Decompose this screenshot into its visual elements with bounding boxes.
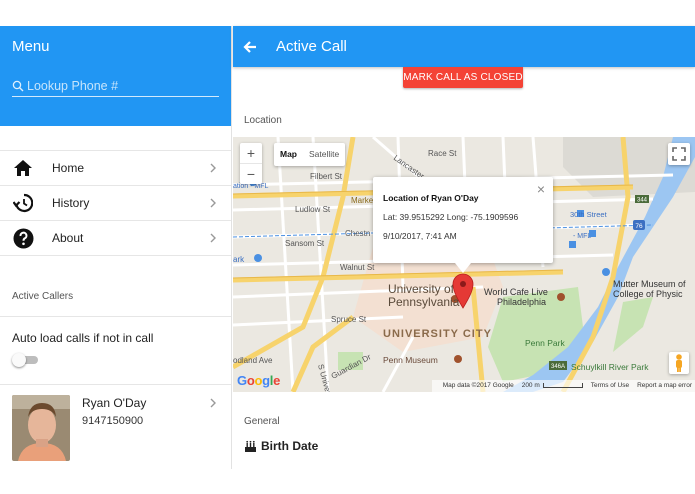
- map-scale: 200 m: [522, 382, 583, 392]
- map-label: Penn Park: [525, 338, 565, 348]
- google-logo: Google: [237, 373, 281, 388]
- sidebar-title: Menu: [0, 26, 231, 67]
- avatar: [12, 395, 70, 461]
- help-icon: [12, 227, 34, 249]
- general-heading: General: [244, 416, 280, 427]
- caller-phone: 9147150900: [82, 415, 144, 427]
- sidebar-item-home[interactable]: Home: [0, 151, 231, 186]
- map-label: Marke: [351, 196, 374, 205]
- zoom-in-button[interactable]: +: [240, 143, 262, 163]
- page-title: Active Call: [276, 38, 347, 55]
- sidebar-item-about[interactable]: About: [0, 221, 231, 256]
- search-area: [0, 67, 231, 126]
- fullscreen-button[interactable]: [668, 143, 690, 165]
- sidebar-item-label: History: [52, 196, 90, 210]
- terms-link[interactable]: Terms of Use: [591, 382, 629, 392]
- map-label: Walnut St: [340, 263, 375, 272]
- chevron-right-icon: [210, 163, 216, 173]
- map-label: World Cafe Live: [484, 287, 548, 297]
- map-label: ation - MFL: [233, 183, 269, 190]
- sidebar-item-label: Home: [52, 161, 85, 175]
- home-icon: [12, 157, 34, 179]
- location-heading: Location: [244, 115, 282, 126]
- map-scale-label: 200 m: [521, 382, 540, 389]
- info-title: Location of Ryan O'Day: [383, 193, 479, 203]
- nav-list: Home History About: [0, 150, 231, 256]
- map-label: UNIVERSITY CITY: [383, 328, 492, 340]
- caller-name: Ryan O'Day: [82, 396, 147, 410]
- map-type-map-button[interactable]: Map: [274, 143, 303, 166]
- map-label: University of: [388, 282, 455, 296]
- map-label: Chestn: [345, 229, 370, 238]
- chevron-right-icon: [210, 398, 216, 408]
- cake-icon: [245, 440, 256, 452]
- map-label: 30th Street: [570, 210, 608, 219]
- fullscreen-icon: [672, 147, 686, 161]
- map-label: Philadelphia: [497, 297, 546, 307]
- info-coordinates: Lat: 39.9515292 Long: -75.1909596: [383, 212, 519, 222]
- history-icon: [12, 192, 34, 214]
- map-label: College of Physic: [613, 289, 683, 299]
- sidebar-item-label: About: [52, 231, 84, 245]
- map-label: Ludlow St: [295, 205, 331, 214]
- chevron-right-icon: [210, 233, 216, 243]
- map-label: Race St: [428, 149, 457, 158]
- pegman-icon: [676, 354, 682, 372]
- search-input[interactable]: [24, 78, 214, 93]
- mark-call-closed-button[interactable]: MARK CALL AS CLOSED: [403, 67, 523, 88]
- map[interactable]: 76 344 346A Filbert St Ludlow St Sansom …: [233, 137, 695, 392]
- map-shield-344: 344: [637, 198, 648, 204]
- close-icon[interactable]: ×: [537, 181, 545, 197]
- main-header: Active Call: [233, 26, 695, 67]
- search-icon: [12, 80, 24, 91]
- map-label: Sansom St: [285, 239, 325, 248]
- map-data-credit: Map data ©2017 Google: [442, 382, 514, 389]
- map-label: Penn Museum: [383, 355, 438, 365]
- birth-date-row: Birth Date: [244, 439, 318, 453]
- divider: [0, 316, 231, 317]
- sidebar-item-history[interactable]: History: [0, 186, 231, 221]
- map-label: ark: [233, 255, 245, 264]
- sidebar: Menu Home: [0, 26, 232, 469]
- street-view-button[interactable]: [669, 352, 689, 374]
- birth-date-label: Birth Date: [261, 439, 319, 453]
- map-type-satellite-button[interactable]: Satellite: [303, 143, 345, 166]
- auto-load-toggle[interactable]: [12, 353, 38, 367]
- auto-load-label: Auto load calls if not in call: [12, 331, 154, 345]
- search-field[interactable]: [12, 75, 219, 97]
- map-label: Filbert St: [310, 172, 343, 181]
- zoom-out-button[interactable]: −: [240, 164, 262, 184]
- map-shield-i76: 76: [635, 223, 643, 230]
- map-info-window: × Location of Ryan O'Day Lat: 39.9515292…: [373, 177, 553, 273]
- scale-bar: [542, 382, 583, 388]
- map-attribution: Map data ©2017 Google 200 m Terms of Use…: [431, 380, 695, 392]
- map-label: Spruce St: [331, 315, 367, 324]
- map-type-control: Map Satellite: [274, 143, 346, 166]
- map-label: Schuylkill River Park: [571, 362, 649, 372]
- zoom-control: + −: [240, 143, 262, 184]
- info-datetime: 9/10/2017, 7:41 AM: [383, 231, 457, 241]
- caller-info: Ryan O'Day 9147150900: [82, 396, 146, 465]
- map-shield-346a: 346A: [551, 364, 565, 370]
- report-error-link[interactable]: Report a map error: [637, 382, 692, 392]
- map-label: odland Ave: [233, 356, 273, 365]
- active-callers-heading: Active Callers: [12, 291, 74, 302]
- toggle-knob: [12, 353, 26, 367]
- arrow-left-icon[interactable]: [243, 40, 257, 54]
- caller-list-item[interactable]: Ryan O'Day 9147150900: [0, 385, 231, 465]
- map-label: Mutter Museum of: [613, 279, 686, 289]
- main-panel: Active Call MARK CALL AS CLOSED Location: [233, 26, 695, 469]
- map-label: Pennsylvania: [388, 295, 460, 309]
- chevron-right-icon: [210, 198, 216, 208]
- map-label: - MFL: [573, 233, 591, 240]
